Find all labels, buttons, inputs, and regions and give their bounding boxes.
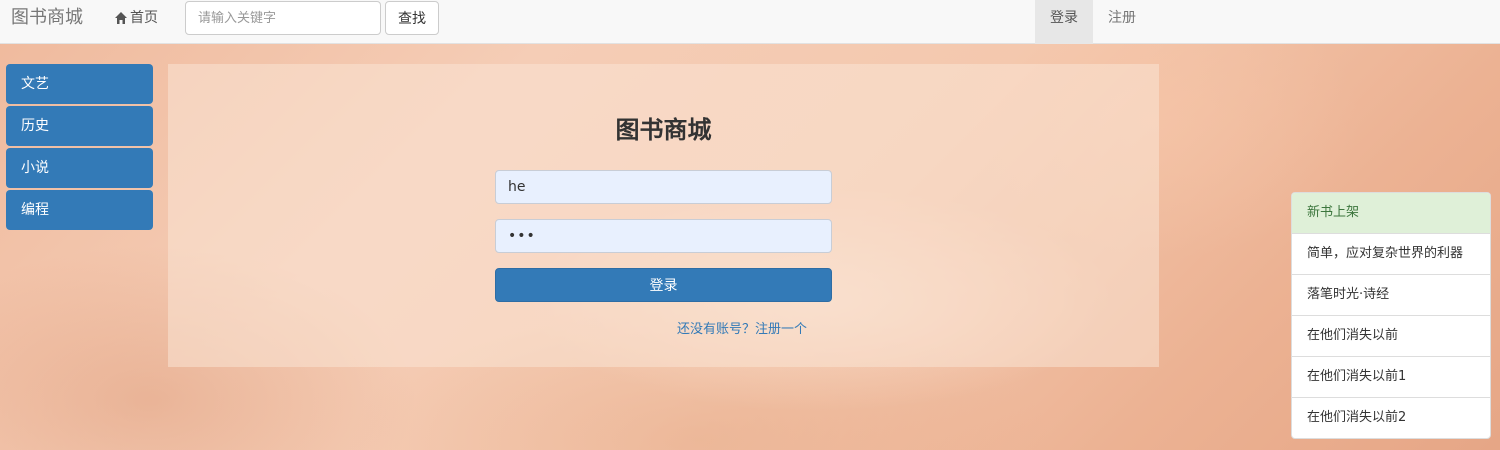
category-menu: 文艺 历史 小说 编程 [6,64,153,232]
nav-home-link[interactable]: 首页 [114,0,158,36]
new-books-header: 新书上架 [1292,193,1490,234]
login-button[interactable]: 登录 [495,268,832,302]
username-field[interactable] [495,170,832,204]
book-list-item[interactable]: 在他们消失以前2 [1292,398,1490,438]
search-input[interactable] [185,1,381,35]
book-list-item[interactable]: 落笔时光·诗经 [1292,275,1490,316]
nav-login-link[interactable]: 登录 [1035,0,1093,44]
category-item-programming[interactable]: 编程 [6,190,153,230]
login-title: 图书商城 [168,110,1159,145]
login-title-text: 图书商城 [615,116,712,144]
login-panel: 图书商城 登录 还没有账号？注册一个 [168,64,1159,367]
register-link[interactable]: 还没有账号？注册一个 [677,318,807,337]
search-button[interactable]: 查找 [385,1,439,35]
navbar: 图书商城 首页 查找 登录 注册 [0,0,1500,44]
book-list-item[interactable]: 简单，应对复杂世界的利器 [1292,234,1490,275]
nav-home-label: 首页 [130,10,158,26]
home-icon [115,12,127,24]
category-item-novel[interactable]: 小说 [6,148,153,188]
new-books-list: 新书上架 简单，应对复杂世界的利器 落笔时光·诗经 在他们消失以前 在他们消失以… [1291,192,1491,439]
password-field[interactable] [495,219,832,253]
book-list-item[interactable]: 在他们消失以前 [1292,316,1490,357]
category-item-history[interactable]: 历史 [6,106,153,146]
category-item-literature[interactable]: 文艺 [6,64,153,104]
nav-register-link[interactable]: 注册 [1093,0,1151,44]
brand-title[interactable]: 图书商城 [11,0,83,36]
book-list-item[interactable]: 在他们消失以前1 [1292,357,1490,398]
